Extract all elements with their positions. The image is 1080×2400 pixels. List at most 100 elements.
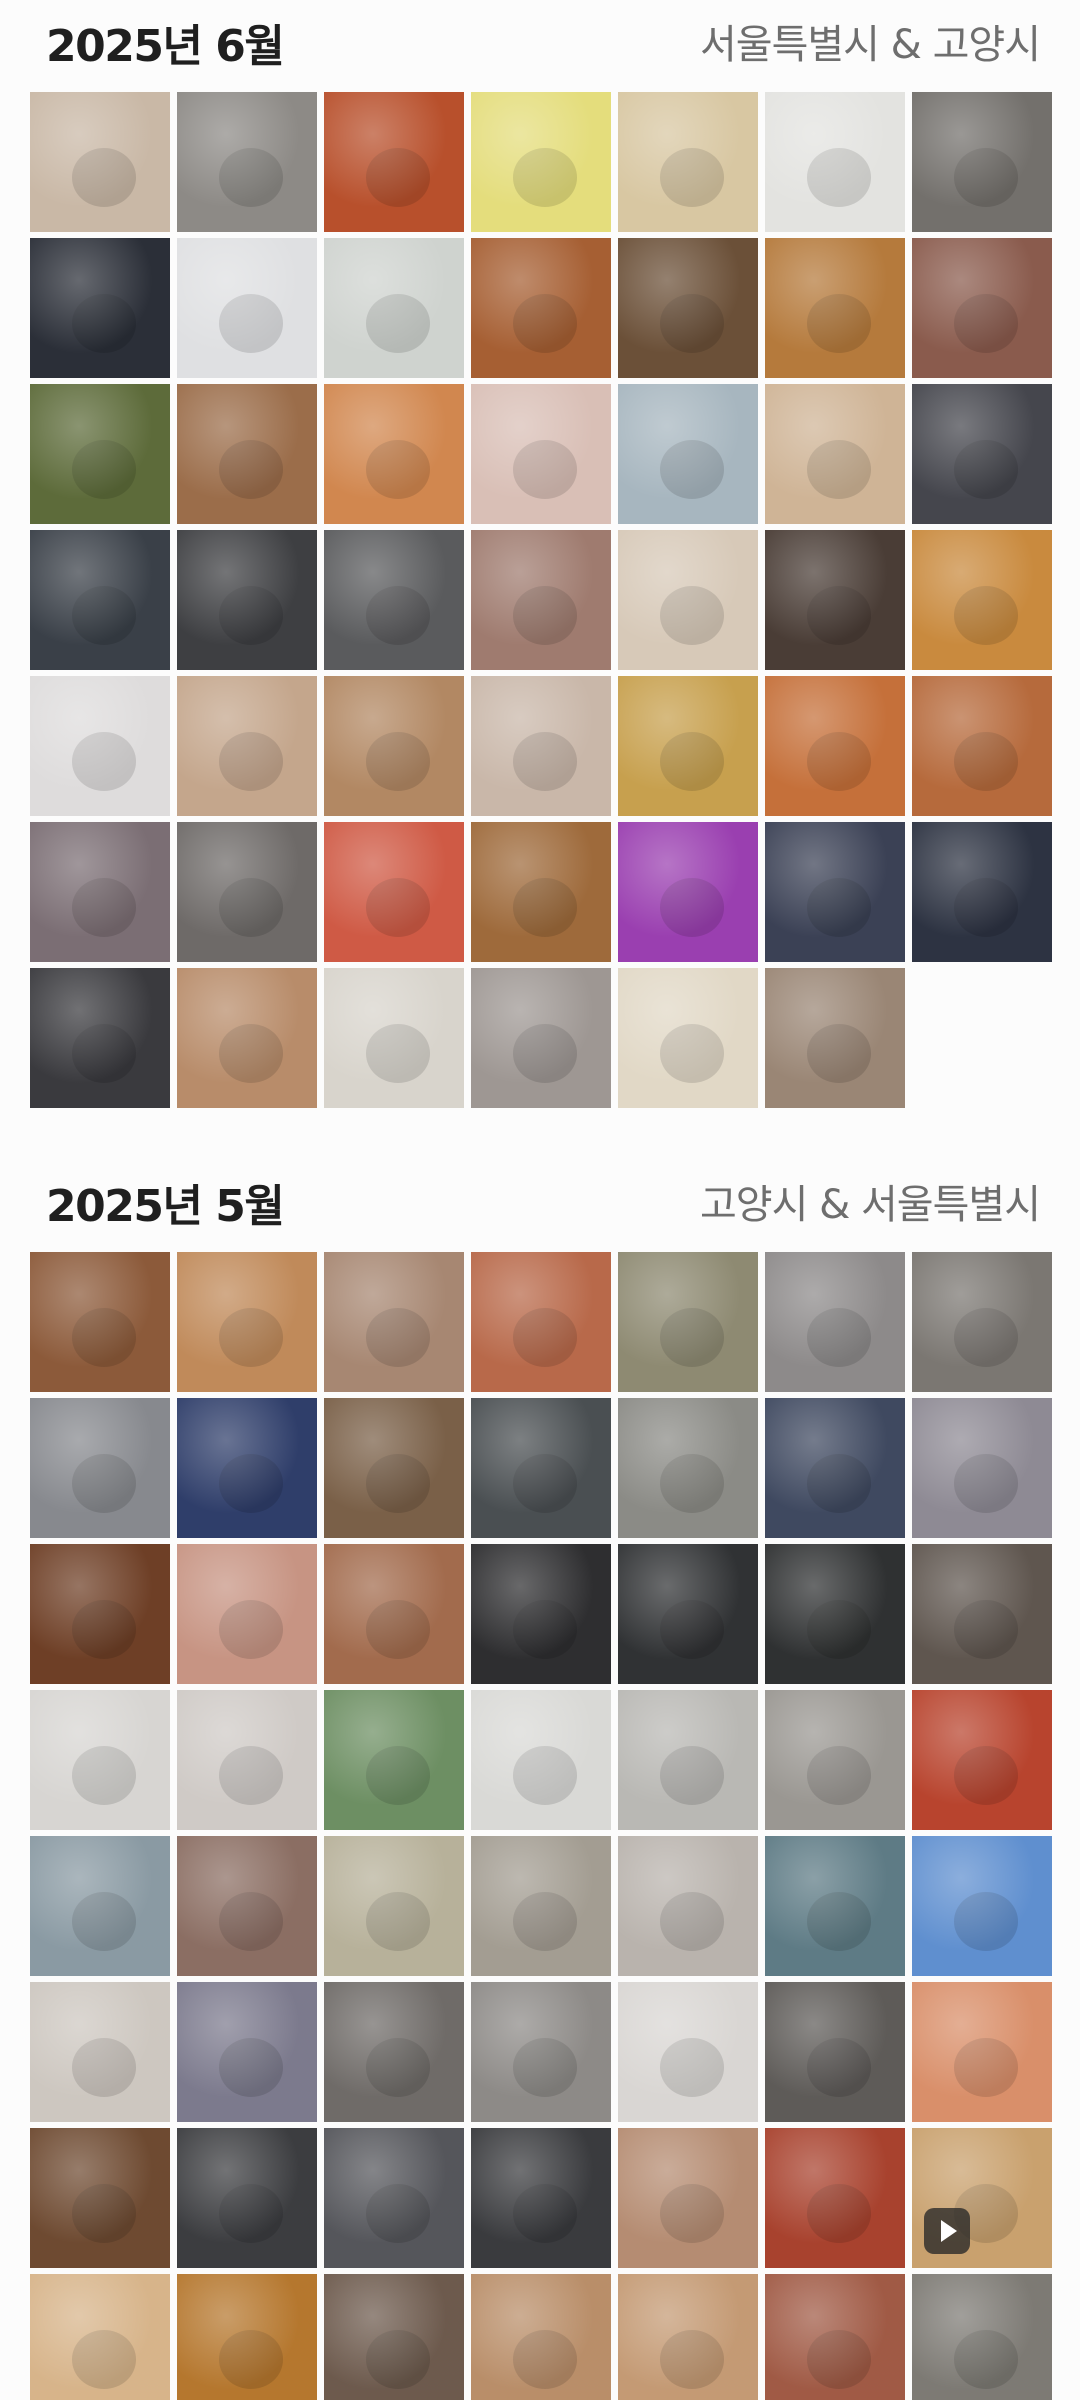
photo-thumbnail[interactable] xyxy=(912,530,1052,670)
photo-thumbnail[interactable] xyxy=(324,1982,464,2122)
photo-thumbnail[interactable] xyxy=(618,238,758,378)
photo-thumbnail[interactable] xyxy=(30,238,170,378)
photo-thumbnail[interactable] xyxy=(471,1398,611,1538)
photo-thumbnail[interactable] xyxy=(912,238,1052,378)
photo-thumbnail[interactable] xyxy=(765,822,905,962)
photo-thumbnail[interactable] xyxy=(912,92,1052,232)
photo-thumbnail[interactable] xyxy=(324,676,464,816)
photo-thumbnail[interactable] xyxy=(324,1544,464,1684)
photo-thumbnail[interactable] xyxy=(324,1690,464,1830)
photo-thumbnail[interactable] xyxy=(177,968,317,1108)
photo-thumbnail[interactable] xyxy=(324,822,464,962)
photo-thumbnail[interactable] xyxy=(471,968,611,1108)
photo-thumbnail[interactable] xyxy=(30,92,170,232)
photo-thumbnail[interactable] xyxy=(471,1982,611,2122)
month-location[interactable]: 서울특별시 & 고양시 xyxy=(700,12,1041,70)
photo-thumbnail[interactable] xyxy=(618,1544,758,1684)
photo-thumbnail[interactable] xyxy=(177,2128,317,2268)
photo-thumbnail[interactable] xyxy=(912,1252,1052,1392)
photo-thumbnail[interactable] xyxy=(177,822,317,962)
photo-thumbnail[interactable] xyxy=(177,238,317,378)
photo-thumbnail[interactable] xyxy=(765,676,905,816)
photo-thumbnail[interactable] xyxy=(471,1544,611,1684)
photo-thumbnail[interactable] xyxy=(912,822,1052,962)
photo-thumbnail[interactable] xyxy=(618,2274,758,2400)
photo-thumbnail[interactable] xyxy=(618,822,758,962)
photo-thumbnail[interactable] xyxy=(30,2274,170,2400)
photo-thumbnail[interactable] xyxy=(471,1252,611,1392)
photo-thumbnail[interactable] xyxy=(912,1398,1052,1538)
photo-thumbnail[interactable] xyxy=(30,1398,170,1538)
photo-thumbnail[interactable] xyxy=(765,1836,905,1976)
photo-thumbnail[interactable] xyxy=(177,676,317,816)
photo-thumbnail[interactable] xyxy=(30,1982,170,2122)
photo-thumbnail[interactable] xyxy=(618,1398,758,1538)
photo-thumbnail[interactable] xyxy=(765,238,905,378)
photo-thumbnail[interactable] xyxy=(177,1252,317,1392)
photo-thumbnail[interactable] xyxy=(471,676,611,816)
photo-thumbnail[interactable] xyxy=(471,2128,611,2268)
photo-thumbnail[interactable] xyxy=(30,1544,170,1684)
photo-thumbnail[interactable] xyxy=(177,530,317,670)
photo-thumbnail[interactable] xyxy=(765,1982,905,2122)
photo-thumbnail[interactable] xyxy=(324,2274,464,2400)
photo-thumbnail[interactable] xyxy=(765,2128,905,2268)
photo-thumbnail[interactable] xyxy=(324,530,464,670)
photo-thumbnail[interactable] xyxy=(618,1690,758,1830)
photo-thumbnail[interactable] xyxy=(471,530,611,670)
photo-thumbnail[interactable] xyxy=(177,1690,317,1830)
photo-thumbnail[interactable] xyxy=(471,1690,611,1830)
photo-thumbnail[interactable] xyxy=(765,530,905,670)
photo-thumbnail[interactable] xyxy=(618,676,758,816)
photo-thumbnail[interactable] xyxy=(30,1690,170,1830)
photo-thumbnail[interactable] xyxy=(324,92,464,232)
photo-thumbnail[interactable] xyxy=(324,1398,464,1538)
photo-thumbnail[interactable] xyxy=(177,1982,317,2122)
photo-gallery[interactable]: 2025년 6월 서울특별시 & 고양시 2025년 5월 고양시 & 서울특별… xyxy=(0,0,1080,2400)
photo-thumbnail[interactable] xyxy=(618,530,758,670)
photo-thumbnail[interactable] xyxy=(324,384,464,524)
photo-thumbnail[interactable] xyxy=(324,1252,464,1392)
photo-thumbnail[interactable] xyxy=(912,1836,1052,1976)
photo-thumbnail[interactable] xyxy=(765,1690,905,1830)
photo-thumbnail[interactable] xyxy=(765,968,905,1108)
photo-thumbnail[interactable] xyxy=(30,822,170,962)
photo-thumbnail[interactable] xyxy=(765,2274,905,2400)
photo-thumbnail[interactable] xyxy=(618,2128,758,2268)
video-thumbnail[interactable] xyxy=(912,2128,1052,2268)
photo-thumbnail[interactable] xyxy=(765,92,905,232)
photo-thumbnail[interactable] xyxy=(30,676,170,816)
month-location[interactable]: 고양시 & 서울특별시 xyxy=(700,1172,1041,1230)
photo-thumbnail[interactable] xyxy=(177,384,317,524)
photo-thumbnail[interactable] xyxy=(618,968,758,1108)
photo-thumbnail[interactable] xyxy=(765,1398,905,1538)
photo-thumbnail[interactable] xyxy=(618,1252,758,1392)
photo-thumbnail[interactable] xyxy=(765,1544,905,1684)
photo-thumbnail[interactable] xyxy=(618,1982,758,2122)
photo-thumbnail[interactable] xyxy=(177,1398,317,1538)
photo-thumbnail[interactable] xyxy=(30,968,170,1108)
photo-thumbnail[interactable] xyxy=(912,1982,1052,2122)
photo-thumbnail[interactable] xyxy=(618,92,758,232)
photo-thumbnail[interactable] xyxy=(30,1836,170,1976)
photo-thumbnail[interactable] xyxy=(177,1544,317,1684)
photo-thumbnail[interactable] xyxy=(30,530,170,670)
photo-thumbnail[interactable] xyxy=(765,1252,905,1392)
photo-thumbnail[interactable] xyxy=(30,1252,170,1392)
photo-thumbnail[interactable] xyxy=(912,1544,1052,1684)
photo-thumbnail[interactable] xyxy=(618,384,758,524)
photo-thumbnail[interactable] xyxy=(912,1690,1052,1830)
photo-thumbnail[interactable] xyxy=(30,2128,170,2268)
photo-thumbnail[interactable] xyxy=(177,92,317,232)
photo-thumbnail[interactable] xyxy=(765,384,905,524)
photo-thumbnail[interactable] xyxy=(30,384,170,524)
photo-thumbnail[interactable] xyxy=(912,2274,1052,2400)
photo-thumbnail[interactable] xyxy=(471,384,611,524)
photo-thumbnail[interactable] xyxy=(618,1836,758,1976)
photo-thumbnail[interactable] xyxy=(471,822,611,962)
photo-thumbnail[interactable] xyxy=(471,238,611,378)
photo-thumbnail[interactable] xyxy=(471,1836,611,1976)
photo-thumbnail[interactable] xyxy=(471,2274,611,2400)
photo-thumbnail[interactable] xyxy=(912,676,1052,816)
photo-thumbnail[interactable] xyxy=(471,92,611,232)
